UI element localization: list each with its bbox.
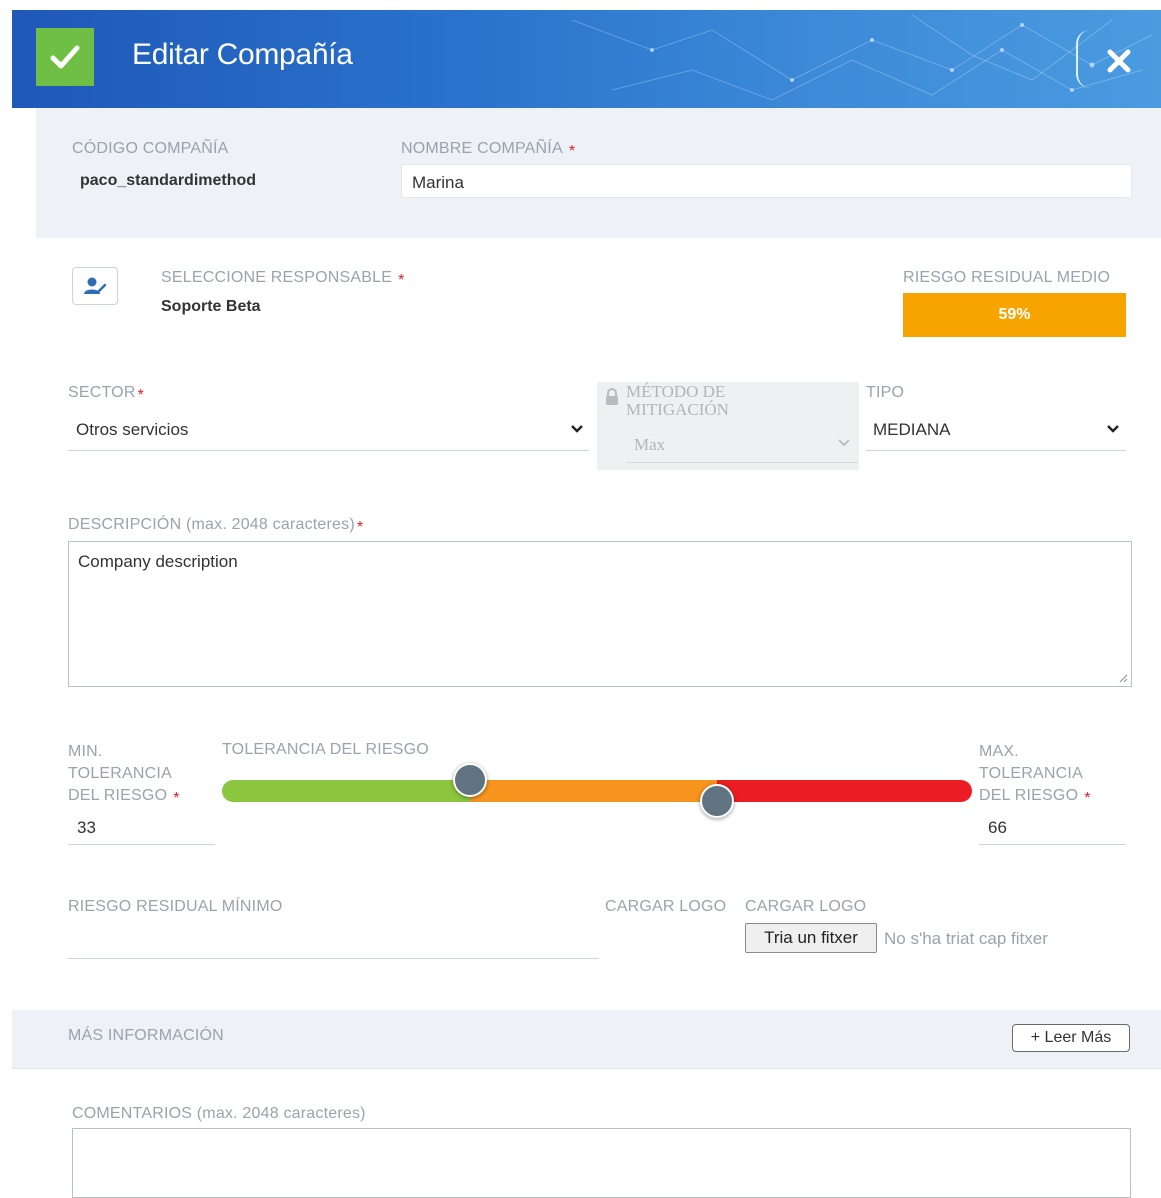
required-asterisk: * <box>173 790 180 807</box>
slider-track-low <box>222 780 470 802</box>
file-status-text: No s'ha triat cap fitxer <box>884 929 1048 948</box>
max-tolerance-value: 66 <box>988 818 1007 837</box>
sector-select[interactable]: Otros servicios <box>68 412 589 451</box>
chevron-down-icon <box>838 439 850 447</box>
lock-icon <box>606 388 618 405</box>
required-asterisk: * <box>398 272 405 289</box>
read-more-button[interactable]: + Leer Más <box>1012 1024 1130 1052</box>
description-label: DESCRIPCIÓN (max. 2048 caracteres) * <box>68 516 364 536</box>
close-button[interactable] <box>1076 28 1132 90</box>
slider-track-high <box>717 780 972 802</box>
company-code-label: CÓDIGO COMPAÑÍA <box>72 140 229 157</box>
sector-select-value: Otros servicios <box>76 420 189 439</box>
tipo-select-value: MEDIANA <box>873 420 951 439</box>
min-residual-risk-label: RIESGO RESIDUAL MÍNIMO <box>68 898 283 915</box>
tolerance-title: TOLERANCIA DEL RIESGO <box>222 741 429 758</box>
user-edit-icon <box>84 277 107 294</box>
max-tolerance-label: MAX. TOLERANCIA DEL RIESGO * <box>979 743 1091 807</box>
close-icon <box>1107 49 1131 73</box>
company-name-label: NOMBRE COMPAÑÍA * <box>401 140 576 160</box>
required-asterisk: * <box>1084 790 1091 807</box>
max-tolerance-input[interactable]: 66 <box>979 810 1126 845</box>
comments-label: COMENTARIOS (max. 2048 caracteres) <box>72 1105 366 1122</box>
modal-title: Editar Compañía <box>132 38 353 71</box>
chevron-down-icon <box>571 425 583 433</box>
comments-textarea[interactable] <box>72 1128 1131 1198</box>
chevron-down-icon <box>1107 425 1119 433</box>
min-tolerance-input[interactable]: 33 <box>68 810 215 845</box>
required-asterisk: * <box>137 387 145 404</box>
tipo-select[interactable]: MEDIANA <box>866 412 1126 451</box>
more-info-label: MÁS INFORMACIÓN <box>68 1027 224 1044</box>
company-code-value: paco_standardimethod <box>80 172 257 189</box>
resize-handle-icon[interactable] <box>1118 673 1128 683</box>
mitigation-method-label: MÉTODO DE MITIGACIÓN <box>626 382 729 419</box>
upload-logo-label-2: CARGAR LOGO <box>745 898 867 915</box>
min-tolerance-value: 33 <box>77 818 96 837</box>
residual-risk-badge: 59% <box>903 293 1126 337</box>
save-check-button[interactable] <box>36 28 94 86</box>
slider-track-mid <box>470 780 717 802</box>
min-residual-risk-input[interactable] <box>68 924 599 959</box>
check-icon <box>50 45 80 69</box>
sector-label: SECTOR * <box>68 384 145 404</box>
slider-thumb-min[interactable] <box>453 763 487 797</box>
mitigation-method-value: Max <box>634 435 666 454</box>
modal-header: Editar Compañía <box>12 10 1161 108</box>
description-text: Company description <box>78 552 238 571</box>
slider-thumb-max[interactable] <box>700 784 734 818</box>
description-textarea[interactable]: Company description <box>68 541 1132 687</box>
required-asterisk: * <box>568 143 576 160</box>
min-tolerance-label: MIN. TOLERANCIA DEL RIESGO * <box>68 743 180 807</box>
company-name-input[interactable]: Marina <box>401 164 1132 198</box>
required-asterisk: * <box>356 519 364 536</box>
responsible-label: SELECCIONE RESPONSABLE * <box>161 269 405 289</box>
residual-risk-label: RIESGO RESIDUAL MEDIO <box>903 269 1111 286</box>
mitigation-method-select: Max <box>626 425 858 463</box>
responsible-value: Soporte Beta <box>161 298 261 315</box>
tipo-label: TIPO <box>866 384 905 401</box>
upload-logo-label: CARGAR LOGO <box>605 898 727 915</box>
choose-file-button[interactable]: Tria un fitxer <box>745 923 877 953</box>
close-bracket-decoration <box>1076 30 1092 88</box>
select-responsible-button[interactable] <box>72 267 118 305</box>
